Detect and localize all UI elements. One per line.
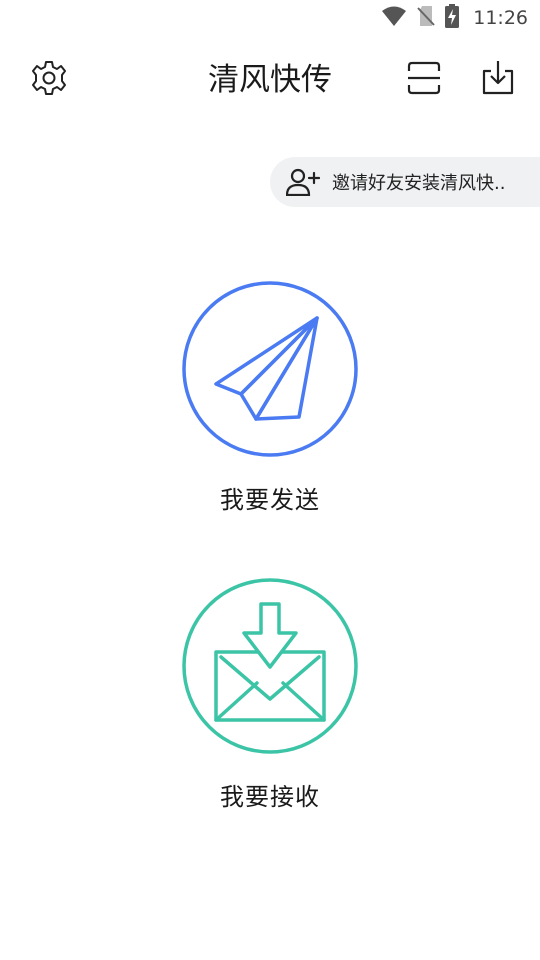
invite-label: 邀请好友安装清风快.. (332, 173, 506, 194)
receive-action[interactable]: 我要接收 (0, 577, 540, 812)
page-title: 清风快传 (208, 62, 332, 98)
send-label: 我要发送 (220, 486, 320, 514)
status-bar: 11:26 (0, 0, 540, 36)
paper-plane-icon (181, 280, 359, 458)
download-button[interactable] (476, 58, 520, 102)
mail-download-icon (181, 577, 359, 755)
app-screen: 11:26 清风快传 邀请好友安装清风快.. 我要发送 我要接收 (0, 0, 540, 960)
battery-charging-icon (445, 4, 460, 32)
scan-button[interactable] (402, 58, 446, 102)
wifi-icon (381, 5, 407, 31)
settings-button[interactable] (27, 58, 71, 102)
scan-icon (406, 60, 442, 100)
status-time: 11:26 (473, 7, 528, 29)
add-user-icon (286, 167, 320, 197)
app-bar: 清风快传 (0, 50, 540, 110)
download-icon (479, 59, 517, 101)
receive-label: 我要接收 (220, 783, 320, 811)
invite-friends-button[interactable]: 邀请好友安装清风快.. (270, 157, 540, 207)
send-action[interactable]: 我要发送 (0, 280, 540, 515)
no-sim-icon (417, 5, 435, 31)
status-icons: 11:26 (381, 4, 528, 32)
gear-icon (30, 59, 68, 101)
